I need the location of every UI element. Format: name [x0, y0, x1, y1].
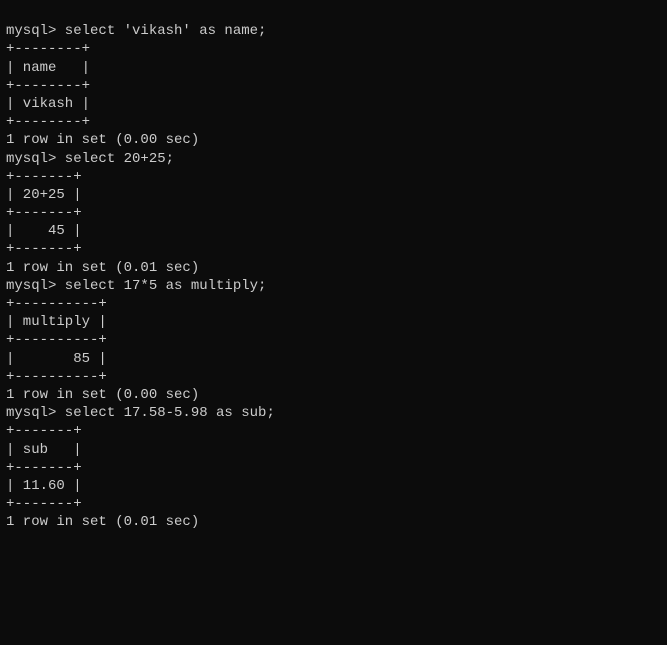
terminal-output: mysql> select 'vikash' as name;+--------… — [6, 22, 661, 531]
table-header: | name | — [6, 59, 661, 77]
table-row: | vikash | — [6, 95, 661, 113]
table-row: | 45 | — [6, 222, 661, 240]
table-border: +-------+ — [6, 422, 661, 440]
table-row: | 85 | — [6, 350, 661, 368]
table-border: +--------+ — [6, 77, 661, 95]
table-border: +-------+ — [6, 240, 661, 258]
query-command[interactable]: mysql> select 17.58-5.98 as sub; — [6, 404, 661, 422]
table-header: | multiply | — [6, 313, 661, 331]
query-command[interactable]: mysql> select 17*5 as multiply; — [6, 277, 661, 295]
query-status: 1 row in set (0.01 sec) — [6, 259, 661, 277]
query-command[interactable]: mysql> select 20+25; — [6, 150, 661, 168]
table-border: +----------+ — [6, 368, 661, 386]
query-command[interactable]: mysql> select 'vikash' as name; — [6, 22, 661, 40]
table-border: +--------+ — [6, 113, 661, 131]
query-status: 1 row in set (0.00 sec) — [6, 131, 661, 149]
table-border: +-------+ — [6, 204, 661, 222]
query-status: 1 row in set (0.00 sec) — [6, 386, 661, 404]
table-header: | sub | — [6, 441, 661, 459]
table-header: | 20+25 | — [6, 186, 661, 204]
table-border: +----------+ — [6, 295, 661, 313]
table-row: | 11.60 | — [6, 477, 661, 495]
table-border: +-------+ — [6, 168, 661, 186]
table-border: +-------+ — [6, 459, 661, 477]
table-border: +----------+ — [6, 331, 661, 349]
table-border: +--------+ — [6, 40, 661, 58]
query-status: 1 row in set (0.01 sec) — [6, 513, 661, 531]
table-border: +-------+ — [6, 495, 661, 513]
